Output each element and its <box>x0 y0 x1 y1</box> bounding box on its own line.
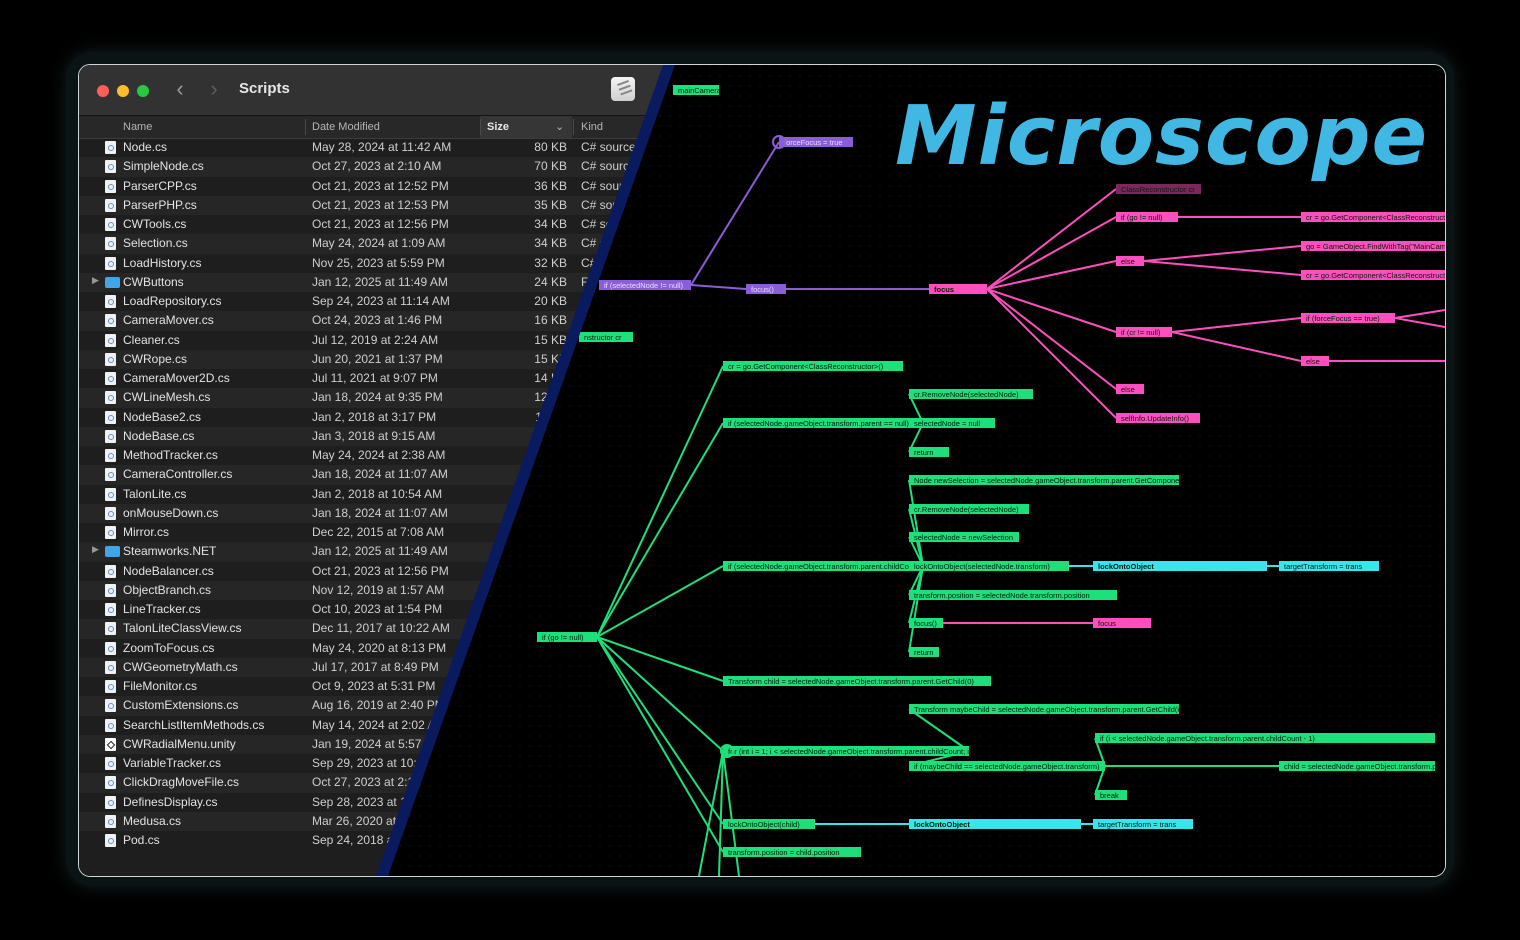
screen: mainCamera") forceFocus = true if (selecte… <box>78 64 1446 877</box>
split-divider <box>376 65 675 876</box>
split-divider-band <box>376 65 675 876</box>
